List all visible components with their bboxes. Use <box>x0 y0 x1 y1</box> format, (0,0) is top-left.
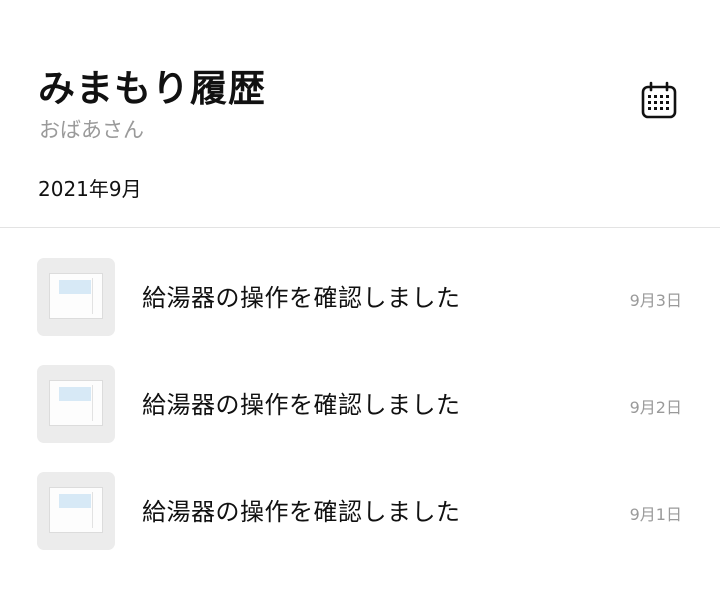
history-item[interactable]: 給湯器の操作を確認しました 9月1日 <box>0 472 720 579</box>
calendar-icon <box>641 81 677 119</box>
page-title: みまもり履歴 <box>38 67 266 110</box>
watched-person-name: おばあさん <box>39 118 144 142</box>
month-label: 2021年9月 <box>38 177 142 201</box>
history-list: 給湯器の操作を確認しました 9月3日 給湯器の操作を確認しました 9月2日 給湯… <box>0 228 720 579</box>
water-heater-panel-icon <box>37 258 115 336</box>
history-item-date: 9月2日 <box>629 398 682 417</box>
header: みまもり履歴 おばあさん 2021年9月 <box>0 0 720 228</box>
history-item-date: 9月3日 <box>629 291 682 310</box>
history-item-date: 9月1日 <box>629 505 682 524</box>
history-item-text: 給湯器の操作を確認しました <box>142 498 461 526</box>
history-item-text: 給湯器の操作を確認しました <box>142 284 461 312</box>
water-heater-panel-icon <box>37 472 115 550</box>
water-heater-panel-icon <box>37 365 115 443</box>
history-item[interactable]: 給湯器の操作を確認しました 9月3日 <box>0 258 720 365</box>
history-item-text: 給湯器の操作を確認しました <box>142 391 461 419</box>
history-item[interactable]: 給湯器の操作を確認しました 9月2日 <box>0 365 720 472</box>
calendar-button[interactable] <box>638 80 680 122</box>
